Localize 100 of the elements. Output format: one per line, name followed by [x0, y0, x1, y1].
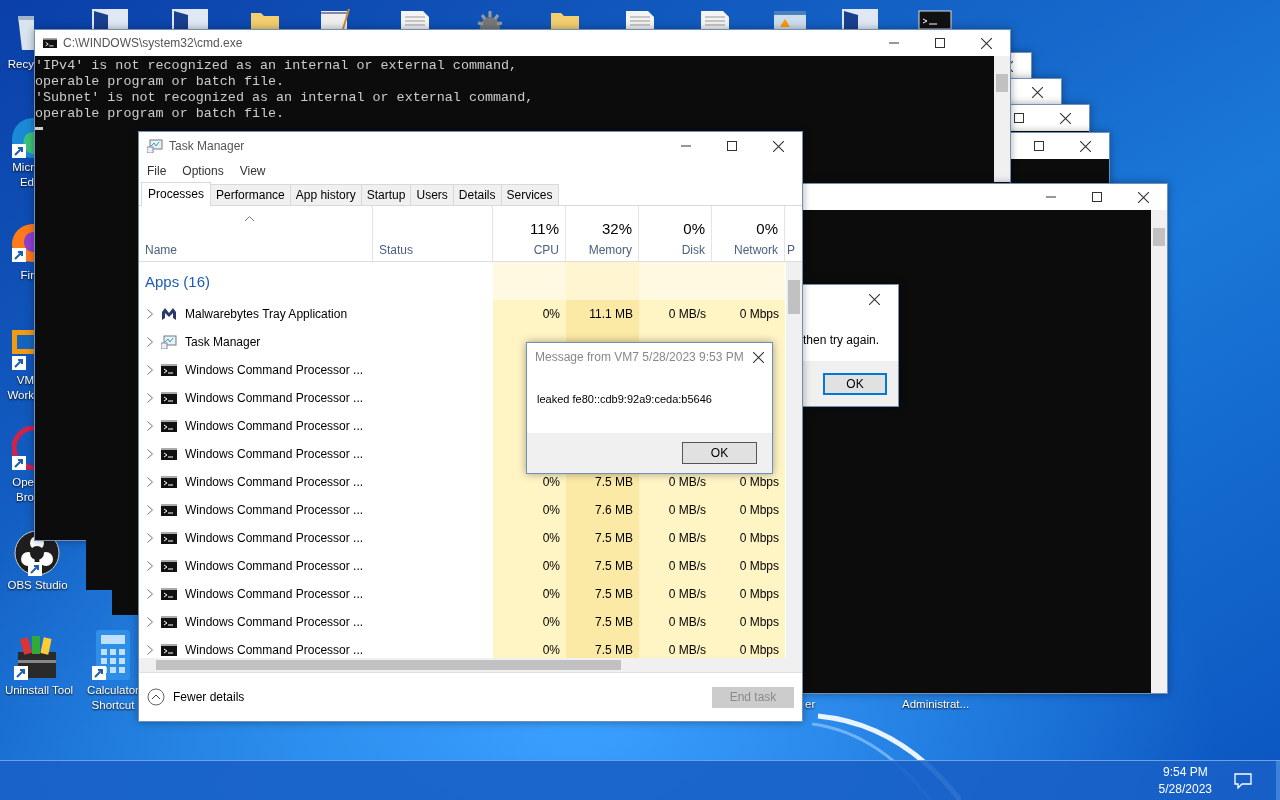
ok-button[interactable]: OK — [823, 372, 887, 395]
menu-item[interactable]: View — [239, 164, 266, 178]
usage-cell: 0 MB/s — [639, 300, 712, 328]
scrollbar[interactable] — [786, 262, 802, 658]
usage-cell: 11.1 MB — [566, 300, 639, 328]
ok-button[interactable]: OK — [682, 442, 757, 464]
column-header[interactable]: CPU — [533, 243, 559, 257]
usage-cell: 0 Mbps — [712, 300, 785, 328]
usage-cell: 7.5 MB — [566, 608, 639, 636]
column-header[interactable]: Status — [379, 243, 486, 257]
icon-label: Recy — [7, 57, 34, 72]
icon-label: Administrat... — [902, 697, 970, 712]
close-icon[interactable] — [869, 293, 880, 305]
column-header[interactable]: Memory — [588, 243, 632, 257]
process-name: Windows Command Processor ... — [185, 447, 364, 461]
clock-date[interactable]: 5/28/2023 — [1158, 781, 1212, 798]
usage-cell: 0 Mbps — [712, 608, 785, 636]
icon-label: Bro — [16, 490, 34, 505]
console-icon — [161, 588, 177, 600]
process-name: Malwarebytes Tray Application — [185, 307, 348, 321]
usage-cell: 7.5 MB — [566, 636, 639, 658]
fewer-details-link[interactable]: Fewer details — [147, 688, 245, 706]
icon-label: Fir — [20, 268, 34, 283]
close-icon[interactable] — [753, 351, 764, 363]
maximize-icon[interactable] — [1034, 141, 1044, 151]
calculator-icon[interactable] — [92, 630, 132, 680]
chevron-icon[interactable] — [147, 645, 153, 655]
close-icon[interactable] — [773, 140, 784, 152]
column-header[interactable]: Name — [145, 243, 366, 257]
tab[interactable]: App history — [289, 184, 362, 205]
usage-cell: 0 MB/s — [639, 552, 712, 580]
collapse-up-icon[interactable] — [147, 688, 165, 706]
icon-label: Uninstall Tool — [3, 683, 75, 698]
clock-time[interactable]: 9:54 PM — [1162, 764, 1208, 781]
tab[interactable]: Services — [500, 184, 559, 205]
column-header[interactable]: Disk — [681, 243, 705, 257]
maximize-icon[interactable] — [727, 141, 737, 151]
process-name: Windows Command Processor ... — [185, 559, 364, 573]
usage-cell: 7.5 MB — [566, 552, 639, 580]
tab[interactable]: Details — [452, 184, 502, 205]
column-header[interactable]: Network — [734, 243, 778, 257]
console-icon — [161, 392, 177, 404]
menu-item[interactable]: Options — [182, 164, 224, 178]
chevron-icon[interactable] — [147, 561, 153, 571]
icon-label: Micr — [12, 160, 34, 175]
icon-label: Ed — [19, 175, 34, 190]
scrollbar[interactable] — [994, 56, 1010, 182]
chevron-icon[interactable] — [147, 309, 153, 319]
chevron-icon[interactable] — [147, 421, 153, 431]
chevron-icon[interactable] — [147, 505, 153, 515]
console-line: 'IPv4' is not recognized as an internal or external command, — [35, 58, 518, 74]
tab[interactable]: Startup — [360, 184, 412, 205]
console-icon — [161, 476, 177, 488]
usage-cell: 0% — [493, 552, 566, 580]
usage-cell: 0 Mbps — [712, 580, 785, 608]
chevron-icon[interactable] — [147, 589, 153, 599]
group-heading: Apps (16) — [145, 272, 211, 290]
window-title: C:\WINDOWS\system32\cmd.exe — [63, 36, 243, 50]
scrollbar[interactable] — [139, 658, 802, 672]
usage-cell: 0% — [493, 608, 566, 636]
text-cursor — [35, 127, 43, 130]
task-manager-icon — [147, 139, 163, 153]
usage-cell: 0% — [493, 300, 566, 328]
firefox-logo-icon[interactable] — [12, 222, 34, 262]
maximize-icon[interactable] — [1014, 113, 1024, 123]
edge-logo-icon[interactable] — [12, 118, 34, 158]
chevron-icon[interactable] — [147, 533, 153, 543]
console-icon — [161, 644, 177, 656]
close-icon[interactable] — [1138, 191, 1149, 203]
close-icon[interactable] — [981, 37, 992, 49]
console-icon — [161, 420, 177, 432]
usage-cell: 0 Mbps — [712, 524, 785, 552]
close-icon[interactable] — [1060, 112, 1071, 124]
column-usage: 0% — [756, 220, 778, 237]
tab[interactable]: Users — [410, 184, 454, 205]
close-icon[interactable] — [1080, 140, 1091, 152]
maximize-icon[interactable] — [935, 38, 945, 48]
column-header[interactable]: P — [787, 243, 805, 257]
console-icon — [161, 504, 177, 516]
scrollbar[interactable] — [1151, 210, 1167, 693]
console-icon — [161, 616, 177, 628]
chevron-icon[interactable] — [147, 449, 153, 459]
chevron-icon[interactable] — [147, 477, 153, 487]
tab[interactable]: Processes — [141, 182, 212, 206]
maximize-icon[interactable] — [1092, 192, 1102, 202]
close-icon[interactable] — [1032, 86, 1043, 98]
vmware-logo-icon[interactable] — [12, 330, 34, 370]
usage-cell: 0% — [493, 524, 566, 552]
chevron-icon[interactable] — [147, 337, 153, 347]
chevron-icon[interactable] — [147, 617, 153, 627]
chevron-icon[interactable] — [147, 365, 153, 375]
menu-item[interactable]: File — [147, 164, 167, 178]
console-icon — [161, 532, 177, 544]
task-manager-icon — [161, 335, 177, 349]
chevron-icon[interactable] — [147, 393, 153, 403]
tab[interactable]: Performance — [210, 184, 291, 205]
process-name: Windows Command Processor ... — [185, 363, 364, 377]
icon-label: Shortcut — [90, 698, 136, 713]
dialog-message: leaked fe80::cdb9:92a9:ceda:b5646 — [537, 393, 712, 405]
notification-icon[interactable] — [1234, 773, 1252, 789]
